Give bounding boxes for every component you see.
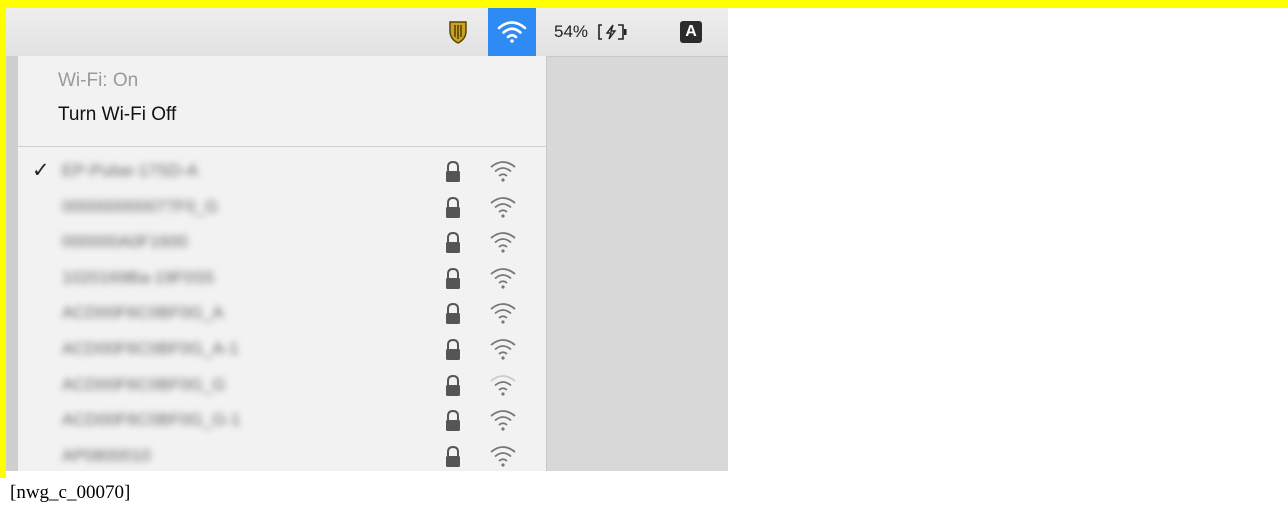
- wifi-status: Wi-Fi: On: [58, 70, 139, 91]
- network-name: 1020169Ba-19F0S5: [62, 267, 215, 287]
- network-list: ✓ EP-Pulse-17SD-A 000000000077F0_G 00000…: [18, 154, 546, 471]
- wifi-signal-icon: [490, 196, 516, 218]
- wifi-signal-icon: [490, 267, 516, 289]
- menu-divider: [18, 146, 546, 147]
- network-name: 000000000077F0_G: [62, 196, 218, 216]
- wifi-signal-weak-icon: [490, 374, 516, 396]
- wifi-signal-icon: [490, 303, 516, 324]
- menu-bar: 54% A: [6, 8, 728, 57]
- network-name: ACD00F6C0BF0G_G-1: [62, 410, 241, 430]
- checkmark-icon: ✓: [32, 159, 50, 182]
- wifi-dropdown-menu: Wi-Fi: On Turn Wi-Fi Off ✓ EP-Pulse-17SD…: [18, 56, 547, 471]
- network-item[interactable]: ACD00F6C0BF0G_G: [18, 368, 546, 404]
- wifi-signal-icon: [490, 339, 516, 360]
- input-source-label: A: [680, 21, 702, 43]
- network-item[interactable]: 000000A0F1600: [18, 225, 546, 261]
- network-item[interactable]: ACD00F6C0BF0G_A-1: [18, 332, 546, 368]
- screenshot: 54% A Wi-Fi: On Turn Wi-Fi Off ✓ EP-Puls…: [6, 8, 728, 471]
- network-item[interactable]: AP0800010: [18, 439, 546, 471]
- lock-icon: [446, 267, 460, 289]
- battery-charging-icon[interactable]: [596, 8, 630, 56]
- network-item[interactable]: 1020169Ba-19F0S5: [18, 261, 546, 297]
- turn-wifi-off-item[interactable]: Turn Wi-Fi Off: [58, 104, 176, 126]
- battery-percentage[interactable]: 54%: [546, 8, 596, 56]
- lock-icon: [446, 232, 460, 254]
- network-item[interactable]: 000000000077F0_G: [18, 190, 546, 226]
- input-source-icon[interactable]: A: [678, 8, 704, 56]
- lock-icon: [446, 303, 460, 325]
- lock-icon: [446, 374, 460, 396]
- network-name: EP-Pulse-17SD-A: [62, 161, 199, 180]
- network-item[interactable]: ✓ EP-Pulse-17SD-A: [18, 154, 546, 190]
- wifi-signal-icon: [490, 410, 516, 431]
- wifi-signal-icon: [490, 232, 516, 253]
- figure-caption: [nwg_c_00070]: [10, 482, 131, 503]
- lock-icon: [446, 445, 460, 467]
- network-name: ACD00F6C0BF0G_A: [62, 303, 224, 323]
- wifi-icon[interactable]: [488, 8, 536, 56]
- lock-icon: [446, 338, 460, 360]
- shield-icon[interactable]: [443, 8, 473, 56]
- wifi-signal-icon: [490, 445, 516, 467]
- network-name: AP0800010: [62, 445, 151, 465]
- network-item[interactable]: ACD00F6C0BF0G_A: [18, 296, 546, 332]
- network-name: ACD00F6C0BF0G_A-1: [62, 338, 239, 358]
- desktop-strip: [6, 56, 18, 471]
- highlight-frame-top: [0, 0, 1288, 8]
- network-name: ACD00F6C0BF0G_G: [62, 374, 226, 394]
- network-item[interactable]: ACD00F6C0BF0G_G-1: [18, 403, 546, 439]
- lock-icon: [446, 196, 460, 218]
- lock-icon: [446, 160, 460, 182]
- wifi-signal-icon: [490, 161, 516, 182]
- lock-icon: [446, 410, 460, 432]
- network-name: 000000A0F1600: [62, 232, 188, 252]
